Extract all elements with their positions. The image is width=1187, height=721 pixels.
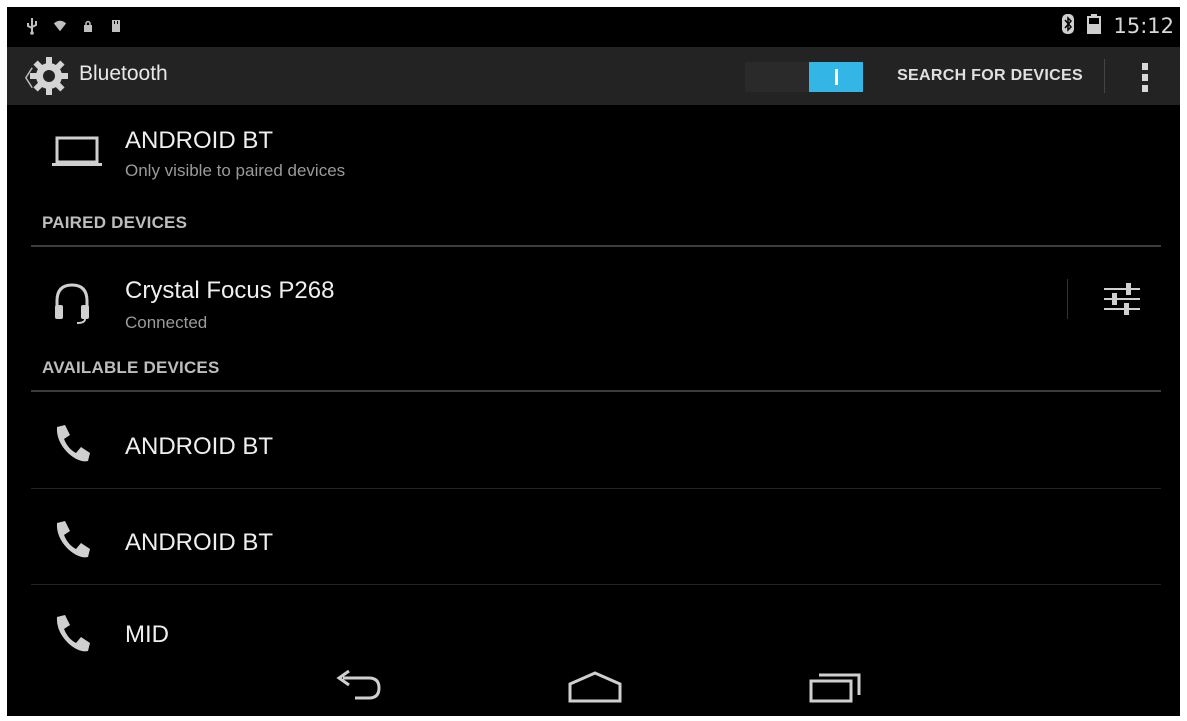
overflow-dot [1142, 62, 1148, 70]
paired-device-name: Crystal Focus P268 [125, 277, 335, 304]
bluetooth-icon [1061, 13, 1075, 39]
section-divider [31, 390, 1161, 392]
toggle-on-indicator [834, 69, 838, 85]
status-bar: 15:12 [7, 7, 1180, 47]
overflow-dot [1142, 73, 1148, 81]
toggle-thumb [809, 62, 863, 92]
phone-icon [51, 423, 91, 467]
bluetooth-toggle-switch[interactable] [745, 62, 863, 92]
action-bar-divider [1104, 59, 1105, 93]
available-device-row[interactable]: MID [31, 585, 1161, 659]
lock-icon [81, 17, 95, 35]
paired-device-status: Connected [125, 313, 208, 332]
paired-devices-header: PAIRED DEVICES [42, 213, 188, 232]
android-screen: 15:12 〈 Bluetooth SEARCH FOR DEVICES AND… [7, 7, 1180, 716]
clock: 15:12 [1113, 14, 1174, 38]
battery-icon [1085, 13, 1103, 39]
recents-icon[interactable] [795, 665, 875, 709]
search-for-devices-button[interactable]: SEARCH FOR DEVICES [877, 55, 1103, 97]
this-device-visibility: Only visible to paired devices [125, 161, 346, 180]
available-device-name: ANDROID BT [125, 529, 274, 556]
overflow-dot [1142, 84, 1148, 92]
available-device-row[interactable]: ANDROID BT [31, 393, 1161, 488]
available-devices-header: AVAILABLE DEVICES [42, 358, 220, 377]
home-icon[interactable] [555, 665, 635, 709]
paired-device-row[interactable]: Crystal Focus P268 Connected [31, 249, 1161, 345]
navigation-bar [7, 659, 1180, 716]
system-icons: 15:12 [1061, 13, 1174, 39]
sd-card-icon [109, 17, 123, 35]
this-device-name: ANDROID BT [125, 127, 274, 154]
this-device-row[interactable]: ANDROID BT Only visible to paired device… [31, 105, 1161, 191]
page-title: Bluetooth [79, 62, 168, 85]
settings-gear-icon[interactable] [27, 54, 71, 98]
laptop-icon [51, 135, 103, 173]
available-device-name: MID [125, 621, 169, 648]
available-device-name: ANDROID BT [125, 433, 274, 460]
overflow-menu-icon[interactable] [1125, 57, 1165, 97]
usb-icon [25, 17, 39, 35]
back-icon[interactable] [317, 665, 397, 709]
wifi-icon [53, 17, 67, 35]
phone-icon [51, 519, 91, 563]
headset-icon [51, 281, 93, 329]
phone-icon [51, 613, 91, 657]
available-device-row[interactable]: ANDROID BT [31, 489, 1161, 584]
tune-settings-icon[interactable] [1067, 269, 1177, 329]
action-bar: 〈 Bluetooth SEARCH FOR DEVICES [7, 47, 1180, 105]
section-divider [31, 245, 1161, 247]
notification-icons [25, 17, 123, 35]
